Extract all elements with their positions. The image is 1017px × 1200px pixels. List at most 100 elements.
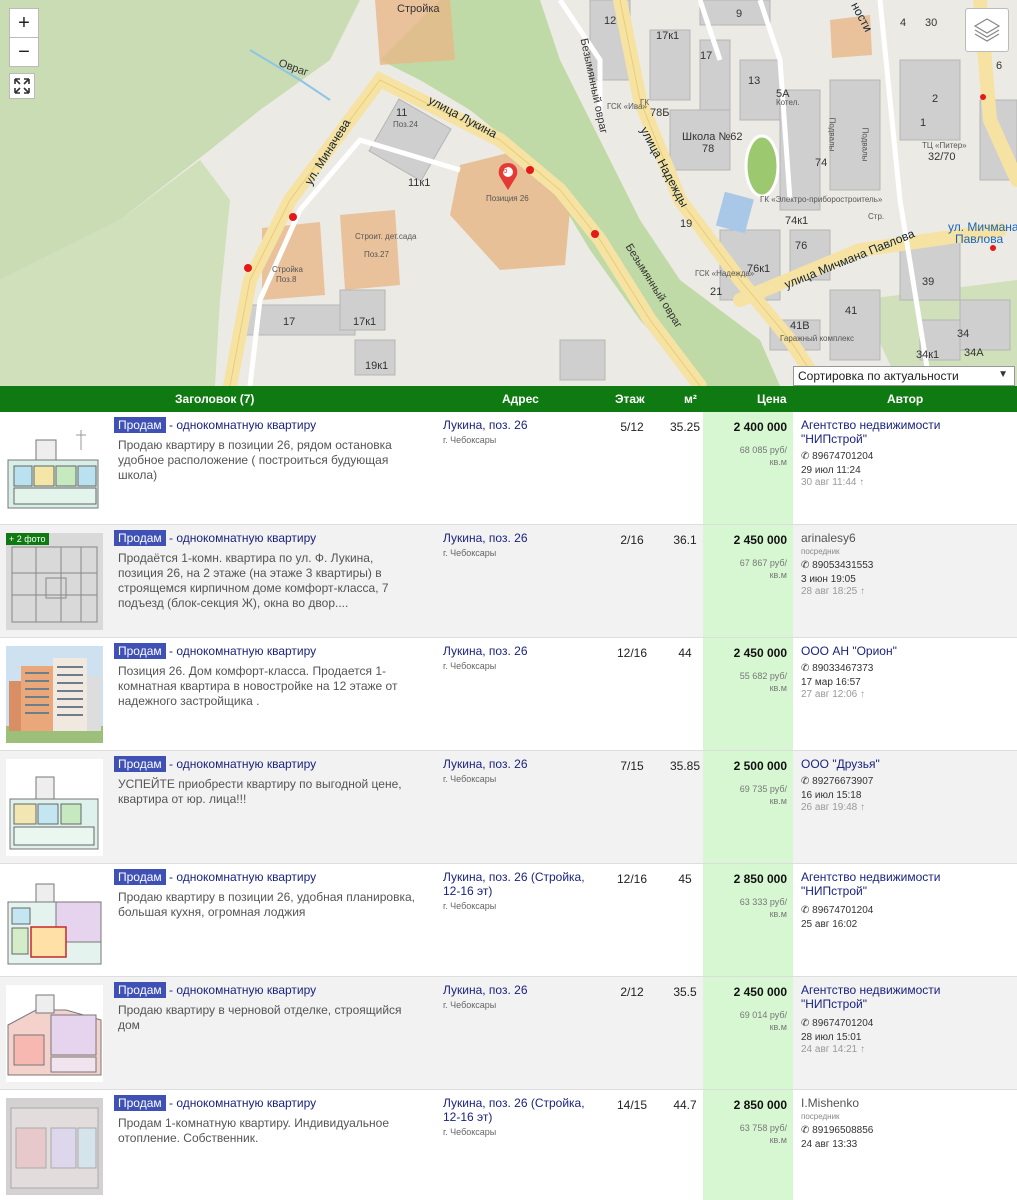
map-label: ГСК «Надежда»: [695, 269, 755, 278]
price-per-m2-unit: кв.м: [769, 570, 787, 580]
map-label: 12: [604, 15, 617, 27]
author-link[interactable]: Агентство недвижимости "НИПстрой": [801, 418, 1001, 446]
table-row[interactable]: Продам - однокомнатную квартиру Продаю к…: [0, 977, 1017, 1090]
table-row[interactable]: Продам - однокомнатную квартиру Продам 1…: [0, 1090, 1017, 1200]
column-address[interactable]: Адрес: [502, 392, 539, 406]
listing-address-link[interactable]: Лукина, поз. 26 (Стройка, 12-16 эт) г. Ч…: [443, 1096, 603, 1139]
listing-kind-link[interactable]: - однокомнатную квартиру: [169, 1096, 316, 1110]
map-label: ГК: [640, 98, 649, 107]
listing-kind-link[interactable]: - однокомнатную квартиру: [169, 531, 316, 545]
listing-area: 35.5: [673, 985, 697, 999]
phone-link[interactable]: ✆ 89033467373: [801, 663, 873, 674]
floorplan-image: [6, 985, 103, 1082]
column-price[interactable]: Цена: [757, 392, 787, 406]
phone-link[interactable]: ✆ 89276673907: [801, 776, 873, 787]
listing-floor: 2/12: [620, 985, 644, 999]
phone-link[interactable]: ✆ 89674701204: [801, 451, 873, 462]
listing-price: 2 850 000: [733, 1098, 787, 1112]
map[interactable]: Стройка Овраг 11 Поз.24 11к1 ул. Миначев…: [0, 0, 1017, 386]
listing-address-link[interactable]: Лукина, поз. 26 г. Чебоксары: [443, 418, 603, 447]
price-per-m2: 63 333 руб/кв.м: [740, 896, 787, 920]
listing-address-link[interactable]: Лукина, поз. 26 (Стройка, 12-16 эт) г. Ч…: [443, 870, 603, 913]
column-title[interactable]: Заголовок (7): [175, 392, 254, 406]
phone-link[interactable]: ✆ 89674701204: [801, 905, 873, 916]
table-row[interactable]: Продам - однокомнатную квартиру Позиция …: [0, 638, 1017, 751]
phone-icon: ✆: [801, 560, 813, 571]
listing-thumbnail[interactable]: [6, 420, 103, 517]
listing-kind-link[interactable]: - однокомнатную квартиру: [169, 757, 316, 771]
floorplan-image: [6, 533, 103, 630]
listing-thumbnail[interactable]: + 2 фото: [6, 533, 103, 630]
table-row[interactable]: Продам - однокомнатную квартиру Продаю к…: [0, 412, 1017, 525]
author-link[interactable]: ООО АН "Орион": [801, 644, 1001, 658]
author-link[interactable]: Агентство недвижимости "НИПстрой": [801, 983, 1001, 1011]
listing-thumbnail[interactable]: [6, 1098, 103, 1195]
listing-kind-link[interactable]: - однокомнатную квартиру: [169, 983, 316, 997]
city-text: г. Чебоксары: [443, 661, 497, 671]
price-per-m2-unit: кв.м: [769, 909, 787, 919]
listing-price: 2 450 000: [733, 985, 787, 999]
price-cell: 2 450 000 55 682 руб/кв.м: [703, 638, 793, 750]
address-text: Лукина, поз. 26: [443, 983, 528, 997]
sell-badge[interactable]: Продам: [114, 530, 166, 546]
map-label: Строит. дет.сада: [355, 232, 417, 241]
layers-icon: [973, 18, 1001, 42]
phone-link[interactable]: ✆ 89053431553: [801, 560, 873, 571]
column-area[interactable]: м²: [684, 392, 697, 406]
listing-address-link[interactable]: Лукина, поз. 26 г. Чебоксары: [443, 757, 603, 786]
listing-kind-link[interactable]: - однокомнатную квартиру: [169, 418, 316, 432]
table-row[interactable]: + 2 фото Продам - однокомнатную квартиру…: [0, 525, 1017, 638]
sell-badge[interactable]: Продам: [114, 869, 166, 885]
author-link[interactable]: ООО "Друзья": [801, 757, 1001, 771]
listing-price: 2 450 000: [733, 646, 787, 660]
column-author[interactable]: Автор: [887, 392, 923, 406]
sort-select[interactable]: Сортировка по актуальности ▼: [793, 366, 1015, 386]
listing-area: 35.25: [669, 420, 701, 434]
author-name: arinalesy6: [801, 531, 856, 545]
table-row[interactable]: Продам - однокомнатную квартиру Продаю к…: [0, 864, 1017, 977]
listing-floor: 12/16: [616, 646, 648, 660]
listing-thumbnail[interactable]: [6, 985, 103, 1082]
listing-kind-link[interactable]: - однокомнатную квартиру: [169, 870, 316, 884]
column-floor[interactable]: Этаж: [615, 392, 645, 406]
listing-description: Продам 1-комнатную квартиру. Индивидуаль…: [118, 1116, 390, 1145]
listing-thumbnail[interactable]: [6, 759, 103, 856]
phone-link[interactable]: ✆ 89196508856: [801, 1125, 873, 1136]
sell-badge[interactable]: Продам: [114, 756, 166, 772]
listing-address-link[interactable]: Лукина, поз. 26 г. Чебоксары: [443, 983, 603, 1012]
city-text: г. Чебоксары: [443, 1127, 497, 1137]
price-per-m2-unit: кв.м: [769, 1022, 787, 1032]
listing-floor: 7/15: [620, 759, 644, 773]
listing-description: Продаю квартиру в позиции 26, удобная пл…: [118, 890, 415, 919]
city-text: г. Чебоксары: [443, 435, 497, 445]
fullscreen-button[interactable]: [9, 73, 35, 99]
sell-badge[interactable]: Продам: [114, 1095, 166, 1111]
map-label: Гаражный комплекс: [780, 334, 855, 343]
author-name: I.Mishenko: [801, 1096, 860, 1110]
zoom-out-button[interactable]: −: [9, 37, 39, 67]
listing-thumbnail[interactable]: [6, 872, 103, 969]
map-label: 74: [815, 157, 828, 169]
sell-badge[interactable]: Продам: [114, 417, 166, 433]
zoom-in-button[interactable]: +: [9, 8, 39, 38]
author-link[interactable]: Агентство недвижимости "НИПстрой": [801, 870, 1001, 898]
phone-link[interactable]: ✆ 89674701204: [801, 1018, 873, 1029]
table-row[interactable]: Продам - однокомнатную квартиру УСПЕЙТЕ …: [0, 751, 1017, 864]
listing-title: Продам - однокомнатную квартиру: [114, 869, 316, 885]
date-created: 29 июл 11:24: [801, 465, 861, 476]
floorplan-image: [7, 430, 99, 509]
author-link[interactable]: I.Mishenko посредник: [801, 1096, 1001, 1124]
listing-thumbnail[interactable]: [6, 646, 103, 743]
layers-button[interactable]: [965, 8, 1009, 52]
phone-number: 89276673907: [812, 776, 874, 787]
map-label: 4: [900, 17, 907, 29]
sell-badge[interactable]: Продам: [114, 982, 166, 998]
photo-count-badge[interactable]: + 2 фото: [6, 533, 49, 545]
sell-badge[interactable]: Продам: [114, 643, 166, 659]
price-per-m2-unit: кв.м: [769, 796, 787, 806]
map-label: 21: [710, 286, 723, 298]
listing-kind-link[interactable]: - однокомнатную квартиру: [169, 644, 316, 658]
listing-address-link[interactable]: Лукина, поз. 26 г. Чебоксары: [443, 531, 603, 560]
author-link[interactable]: arinalesy6 посредник: [801, 531, 1001, 559]
listing-address-link[interactable]: Лукина, поз. 26 г. Чебоксары: [443, 644, 603, 673]
